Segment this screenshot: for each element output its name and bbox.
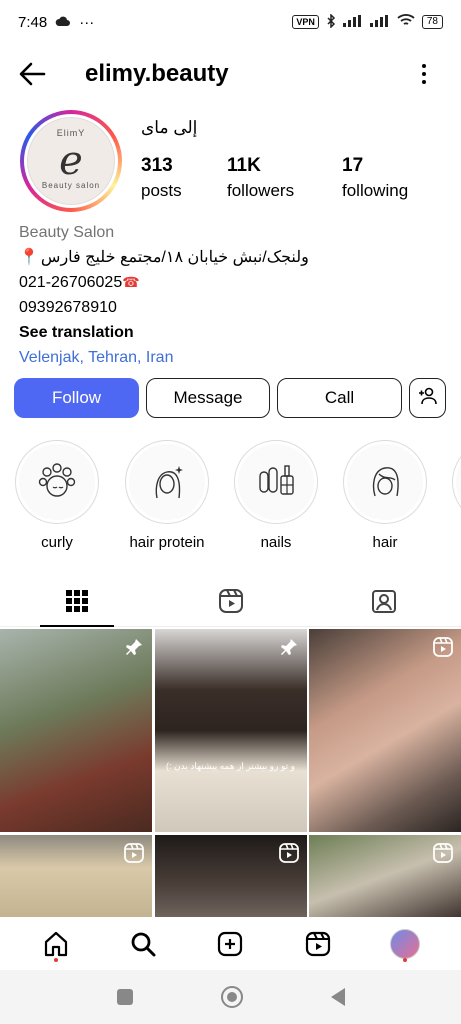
highlight-hair[interactable]: hair [340, 440, 430, 551]
cloud-icon [55, 14, 71, 31]
bio-address: ولنجک/نبش خیابان ۱۸/مجتمع خلیج فارس [40, 249, 309, 266]
grid-icon [65, 589, 88, 612]
posts-count-label: posts [141, 181, 182, 200]
nav-search[interactable] [123, 924, 163, 964]
nail-polish-icon [259, 465, 294, 495]
hair-face-icon [372, 467, 399, 497]
recents-square-icon[interactable] [116, 989, 133, 1005]
tab-reels[interactable] [154, 575, 308, 626]
followers-count[interactable]: 11K followers [227, 155, 294, 201]
content-tabs [0, 575, 461, 627]
reels-icon [218, 588, 243, 613]
profile-avatar[interactable]: ElimY e Beauty salon [20, 110, 122, 212]
following-count[interactable]: 17 following [342, 155, 408, 201]
followers-count-label: followers [227, 181, 295, 200]
highlight-hair-protein[interactable]: hair protein [122, 440, 212, 551]
profile-username: elimy.beauty [85, 60, 229, 87]
nav-create[interactable] [210, 924, 250, 964]
post-thumbnail[interactable] [0, 835, 152, 917]
search-icon [131, 932, 156, 957]
bio-phone-1[interactable]: 021-26706025 [19, 274, 122, 291]
location-link[interactable]: Velenjak, Tehran, Iran [19, 345, 449, 370]
reel-icon [124, 843, 144, 863]
signal-icon [342, 14, 363, 30]
post-overlay-text: و تو رو بیشتر از همه پیشنهاد بدن :) [166, 761, 295, 771]
create-icon [218, 931, 243, 957]
home-circle-icon[interactable] [220, 986, 243, 1008]
tagged-icon [372, 589, 397, 613]
nav-home[interactable] [36, 924, 76, 964]
highlight-partial[interactable] [449, 440, 461, 524]
bluetooth-icon [326, 12, 336, 31]
bottom-navigation [0, 918, 461, 970]
post-thumbnail[interactable]: و تو رو بیشتر از همه پیشنهاد بدن :) [154, 629, 307, 832]
more-options-icon[interactable] [412, 60, 436, 88]
highlight-label: hair protein [129, 534, 205, 551]
following-count-label: following [342, 181, 409, 200]
followers-count-value: 11K [227, 155, 261, 176]
suggested-users-button[interactable] [409, 378, 446, 418]
pin-icon [126, 639, 142, 655]
tab-posts-grid[interactable] [0, 575, 154, 627]
follow-button[interactable]: Follow [14, 378, 139, 418]
avatar-logo-letter: e [59, 138, 83, 184]
pin-icon [280, 639, 297, 655]
reel-icon [278, 843, 299, 863]
bio-address-line: 📍 ولنجک/نبش خیابان ۱۸/مجتمع خلیج فارس [19, 245, 449, 270]
nav-reels[interactable] [298, 924, 338, 964]
reel-icon [433, 637, 453, 657]
highlight-label: nails [260, 534, 292, 551]
vpn-badge: VPN [292, 15, 319, 29]
avatar-logo-bottom-text: Beauty salon [41, 181, 101, 190]
posts-count[interactable]: 313 posts [141, 155, 182, 201]
message-button[interactable]: Message [146, 378, 270, 418]
post-thumbnail[interactable] [154, 835, 307, 917]
post-thumbnail[interactable] [309, 835, 461, 917]
notification-dot [403, 958, 408, 962]
avatar-logo-top-text: ElimY [56, 128, 86, 138]
system-navigation-bar [0, 970, 461, 1024]
telephone-icon: ☎ [122, 274, 140, 290]
signal-icon-2 [369, 14, 390, 30]
reel-icon [433, 843, 453, 863]
profile-avatar-thumbnail [390, 929, 421, 959]
following-count-value: 17 [342, 155, 364, 176]
profile-actions: Follow Message Call [14, 378, 448, 418]
post-thumbnail[interactable] [0, 629, 152, 832]
profile-display-name: إلى ماى [141, 118, 198, 137]
battery-indicator: 78 [421, 15, 443, 29]
call-button[interactable]: Call [277, 378, 402, 418]
post-thumbnail[interactable] [309, 629, 461, 832]
posts-grid: و تو رو بیشتر از همه پیشنهاد بدن :) [0, 629, 461, 917]
reels-icon [305, 931, 330, 957]
posts-count-value: 313 [141, 155, 173, 176]
curlers-face-icon [38, 463, 76, 497]
add-user-icon [418, 387, 438, 410]
hair-sparkle-face-icon [155, 466, 183, 499]
story-highlights: curly hair protein nails hair [0, 440, 461, 555]
pin-icon: 📍 [19, 249, 39, 266]
wifi-icon [397, 14, 415, 30]
status-bar: 7:48 ··· VPN 78 [0, 0, 461, 44]
bio-phone-line: 021-26706025☎ [19, 270, 449, 295]
profile-bio: Beauty Salon 📍 ولنجک/نبش خیابان ۱۸/مجتمع… [19, 220, 449, 370]
highlight-curly[interactable]: curly [12, 440, 102, 551]
bio-phone-2[interactable]: 09392678910 [19, 295, 449, 320]
status-dots: ··· [79, 13, 95, 31]
home-icon [44, 931, 67, 957]
see-translation-link[interactable]: See translation [19, 320, 449, 345]
status-time: 7:48 [18, 13, 48, 31]
highlight-label: curly [41, 534, 73, 551]
back-arrow-icon[interactable] [16, 58, 48, 90]
profile-header: elimy.beauty [0, 52, 461, 96]
highlight-nails[interactable]: nails [231, 440, 321, 551]
back-triangle-icon[interactable] [330, 988, 345, 1006]
highlight-label: hair [372, 534, 398, 551]
bio-category: Beauty Salon [19, 224, 115, 241]
notification-dot [53, 958, 58, 962]
nav-profile[interactable] [385, 924, 425, 964]
tab-tagged[interactable] [307, 575, 461, 626]
